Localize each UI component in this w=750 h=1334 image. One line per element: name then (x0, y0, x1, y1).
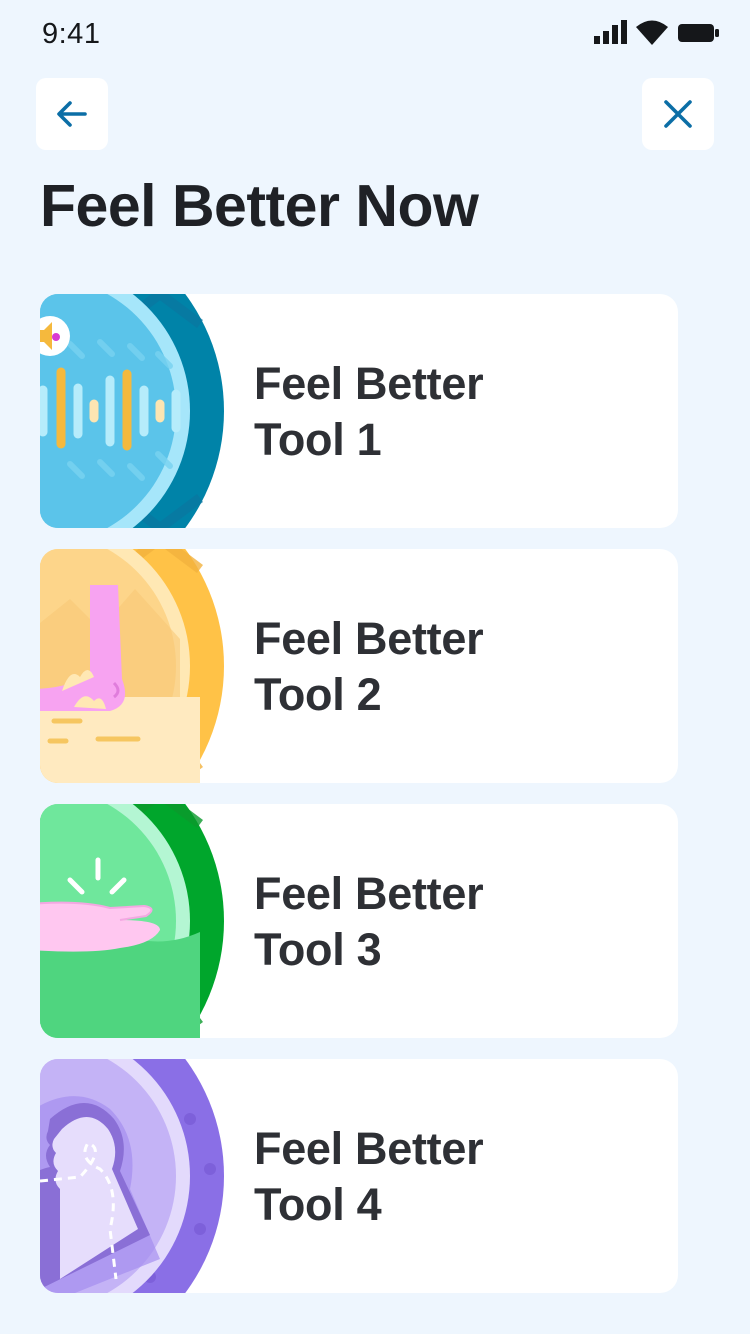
open-hand-icon (40, 804, 224, 1038)
close-icon (664, 100, 692, 128)
tool-label-line2: Tool 3 (254, 924, 382, 975)
tool-card-4[interactable]: Feel Better Tool 4 (40, 1059, 678, 1293)
head-profile-icon (40, 1059, 224, 1293)
wifi-icon (636, 20, 668, 45)
back-button[interactable] (36, 78, 108, 150)
status-time: 9:41 (42, 18, 101, 50)
battery-icon (678, 24, 719, 42)
tool-label-line2: Tool 1 (254, 414, 382, 465)
tool-label-line1: Feel Better (254, 868, 484, 919)
tool-card-3[interactable]: Feel Better Tool 3 (40, 804, 678, 1038)
tool-card-2[interactable]: Feel Better Tool 2 (40, 549, 678, 783)
tool-label-line1: Feel Better (254, 1123, 484, 1174)
tool-card-1[interactable]: Feel Better Tool 1 (40, 294, 678, 528)
tool-label: Feel Better Tool 2 (254, 611, 484, 723)
tool-label-line1: Feel Better (254, 613, 484, 664)
status-bar: 9:41 (0, 0, 750, 70)
cellular-signal-icon (594, 20, 627, 44)
arrow-left-icon (57, 101, 87, 127)
tool-label: Feel Better Tool 1 (254, 356, 484, 468)
tool-label-line2: Tool 4 (254, 1179, 382, 1230)
tool-label-line1: Feel Better (254, 358, 484, 409)
tool-label-line2: Tool 2 (254, 669, 382, 720)
sound-wave-icon (40, 294, 224, 528)
status-icons (594, 20, 720, 48)
foot-on-ground-icon (40, 549, 224, 783)
page-title: Feel Better Now (40, 173, 479, 239)
tool-label: Feel Better Tool 4 (254, 1121, 484, 1233)
close-button[interactable] (642, 78, 714, 150)
tool-label: Feel Better Tool 3 (254, 866, 484, 978)
